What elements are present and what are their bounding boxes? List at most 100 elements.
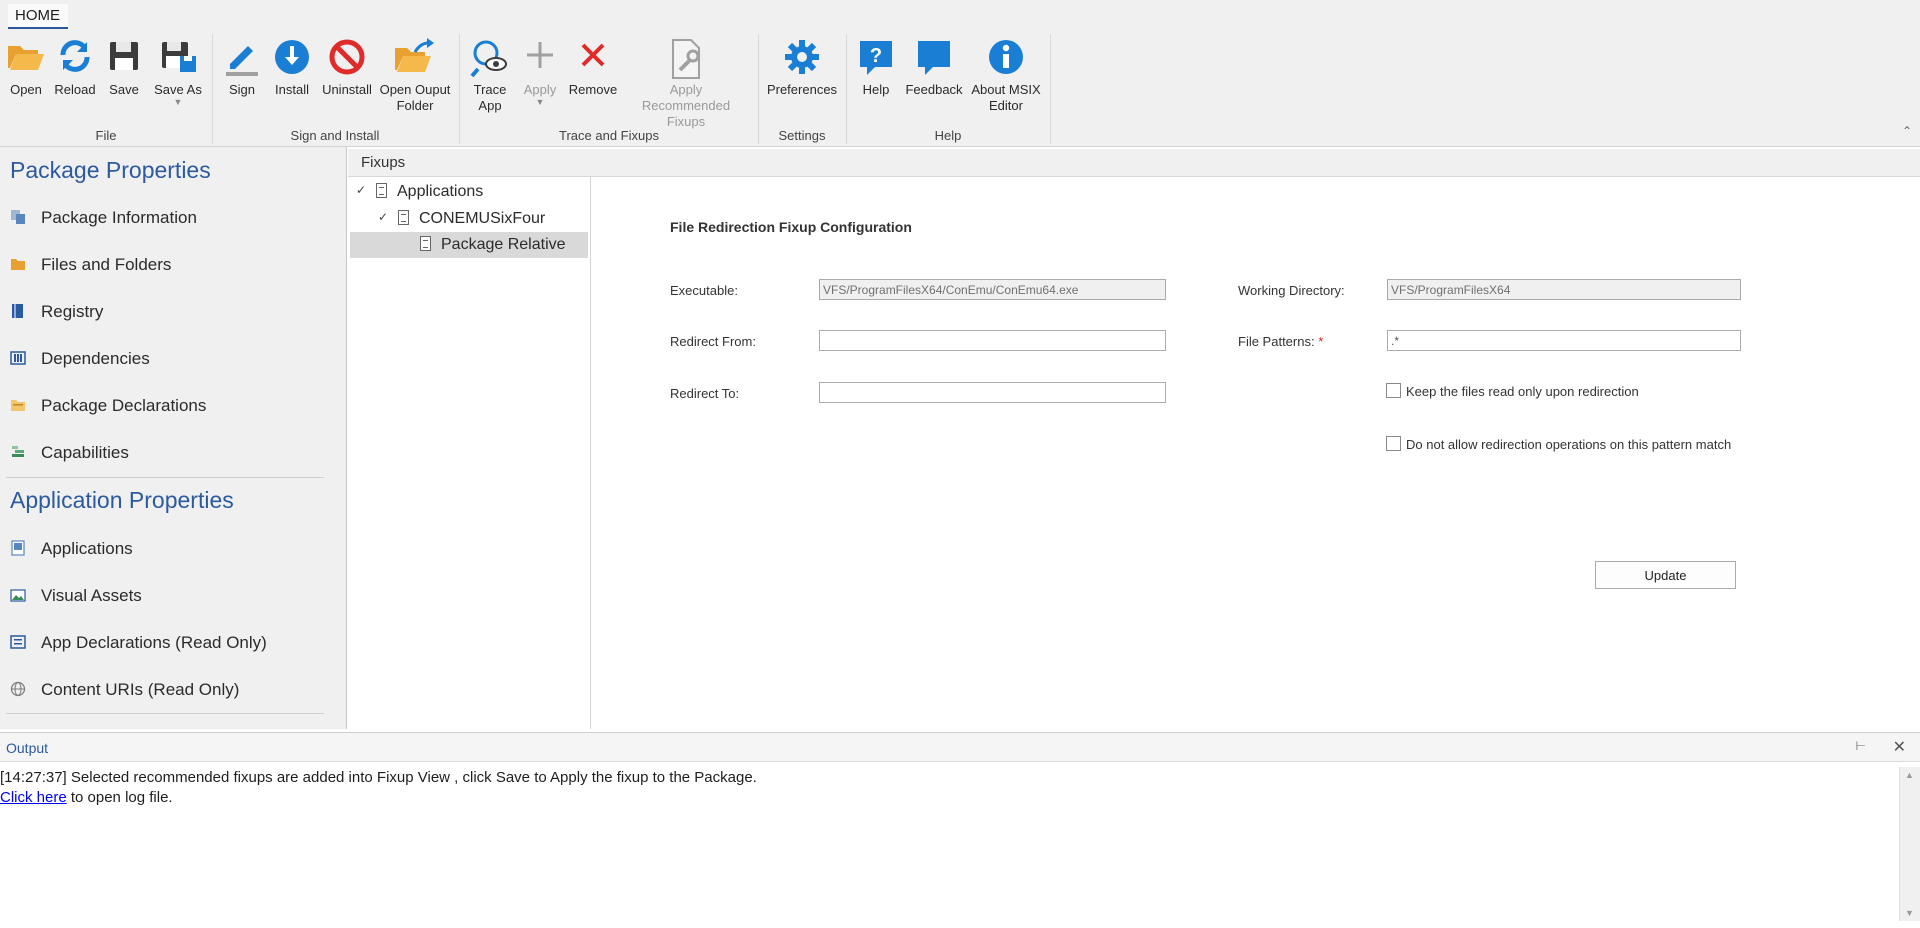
magnifier-eye-icon <box>466 38 514 82</box>
save-as-icon <box>150 38 206 82</box>
apply-button[interactable]: Apply ▼ <box>518 38 562 107</box>
prohibited-icon <box>320 38 374 82</box>
nav-capabilities[interactable]: Capabilities <box>10 438 330 468</box>
open-log-link[interactable]: Click here <box>0 789 67 806</box>
update-button[interactable]: Update <box>1595 561 1736 589</box>
app-declarations-icon <box>10 635 26 649</box>
nav-package-information[interactable]: Package Information <box>10 203 330 233</box>
pen-sign-icon <box>220 38 264 82</box>
required-asterisk: * <box>1318 334 1324 349</box>
gear-icon <box>766 38 838 82</box>
tab-home[interactable]: HOME <box>8 4 68 29</box>
nav-divider <box>6 713 324 714</box>
feedback-bubble-icon <box>904 38 964 82</box>
feedback-button[interactable]: Feedback <box>904 38 964 98</box>
help-button[interactable]: ? Help <box>854 38 898 98</box>
redirect-from-field[interactable] <box>819 330 1166 351</box>
save-as-button[interactable]: Save As ▼ <box>150 38 206 107</box>
registry-icon <box>12 304 23 318</box>
package-info-icon <box>11 210 25 224</box>
collapse-ribbon-icon[interactable]: ⌃ <box>1902 124 1912 138</box>
output-scrollbar[interactable]: ▲ ▼ <box>1899 767 1920 921</box>
nav-content-uris[interactable]: Content URIs (Read Only) <box>10 675 330 705</box>
group-label-trace-fixups: Trace and Fixups <box>559 128 659 143</box>
save-button[interactable]: Save <box>104 38 144 98</box>
chevron-down-icon: ▼ <box>535 97 545 107</box>
capabilities-icon <box>12 446 24 457</box>
floppy-disk-icon <box>104 38 144 82</box>
apply-recommended-fixups-button[interactable]: Apply Recommended Fixups <box>624 38 748 130</box>
nav-package-declarations[interactable]: Package Declarations <box>10 391 330 421</box>
left-navigation-pane: Package Properties Package Information F… <box>0 147 347 729</box>
nav-app-declarations[interactable]: App Declarations (Read Only) <box>10 628 330 658</box>
package-properties-title: Package Properties <box>10 157 211 183</box>
dependencies-icon <box>10 351 26 365</box>
file-patterns-field[interactable] <box>1387 330 1741 351</box>
fixups-tree: ✓ Applications ✓ CONEMUSixFour Package R… <box>350 177 591 729</box>
redirect-to-label: Redirect To: <box>670 386 740 401</box>
folder-icon <box>11 259 25 270</box>
download-circle-icon <box>270 38 314 82</box>
scroll-up-icon[interactable]: ▲ <box>1905 770 1914 780</box>
nav-applications[interactable]: Applications <box>10 534 330 564</box>
ribbon: HOME Open Reload Save Save As ▼ File Sig… <box>0 0 1920 147</box>
declarations-icon <box>11 400 25 411</box>
group-label-file: File <box>95 128 117 143</box>
install-button[interactable]: Install <box>270 38 314 98</box>
chevron-down-icon[interactable]: ✓ <box>378 210 388 224</box>
folder-open-icon <box>4 38 48 82</box>
globe-icon <box>10 681 26 697</box>
fixups-panel-header: Fixups <box>348 149 1920 177</box>
document-icon <box>398 210 409 225</box>
visual-assets-icon <box>10 589 26 602</box>
working-directory-label: Working Directory: <box>1238 283 1345 298</box>
keep-read-only-label: Keep the files read only upon redirectio… <box>1406 384 1639 399</box>
uninstall-button[interactable]: Uninstall <box>320 38 374 98</box>
executable-label: Executable: <box>670 283 738 298</box>
nav-divider <box>6 477 324 478</box>
output-title: Output <box>6 740 49 756</box>
reload-button[interactable]: Reload <box>52 38 98 98</box>
keep-read-only-checkbox[interactable] <box>1386 383 1401 398</box>
group-label-help: Help <box>934 128 962 143</box>
close-icon[interactable]: ✕ <box>1893 737 1906 757</box>
about-msix-editor-button[interactable]: About MSIX Editor <box>968 38 1044 114</box>
trace-app-button[interactable]: Trace App <box>466 38 514 114</box>
question-bubble-icon: ? <box>854 38 898 82</box>
svg-text:?: ? <box>870 45 882 67</box>
working-directory-field[interactable] <box>1387 279 1741 300</box>
output-panel-header: Output ⊢ ✕ <box>0 732 1920 762</box>
sign-button[interactable]: Sign <box>220 38 264 98</box>
pin-icon[interactable]: ⊢ <box>1856 739 1866 753</box>
document-icon <box>420 236 431 251</box>
disallow-redirection-checkbox[interactable] <box>1386 436 1401 451</box>
nav-visual-assets[interactable]: Visual Assets <box>10 581 330 611</box>
group-label-settings: Settings <box>778 128 826 143</box>
nav-files-and-folders[interactable]: Files and Folders <box>10 250 330 280</box>
remove-button[interactable]: Remove <box>568 38 618 98</box>
document-wrench-icon <box>624 38 748 82</box>
form-title: File Redirection Fixup Configuration <box>670 219 912 235</box>
open-button[interactable]: Open <box>4 38 48 98</box>
reload-icon <box>52 38 98 82</box>
file-patterns-label: File Patterns: * <box>1238 334 1324 349</box>
output-log: [14:27:37] Selected recommended fixups a… <box>0 767 1894 921</box>
redirect-to-field[interactable] <box>819 382 1166 403</box>
folder-share-icon <box>378 38 452 82</box>
preferences-button[interactable]: Preferences <box>766 38 838 98</box>
tree-node-package-relative[interactable]: Package Relative <box>350 232 588 258</box>
tree-node-conemusixfour[interactable]: ✓ CONEMUSixFour <box>350 206 590 232</box>
plus-icon <box>518 38 562 82</box>
open-output-folder-button[interactable]: Open Ouput Folder <box>378 38 452 114</box>
scroll-down-icon[interactable]: ▼ <box>1905 908 1914 918</box>
nav-registry[interactable]: Registry <box>10 297 330 327</box>
chevron-down-icon[interactable]: ✓ <box>356 183 366 197</box>
nav-dependencies[interactable]: Dependencies <box>10 344 330 374</box>
output-log-line: [14:27:37] Selected recommended fixups a… <box>0 769 757 786</box>
executable-field[interactable] <box>819 279 1166 300</box>
redirect-from-label: Redirect From: <box>670 334 756 349</box>
chevron-down-icon: ▼ <box>173 97 183 107</box>
output-log-line: Click here to open log file. <box>0 789 173 806</box>
disallow-redirection-label: Do not allow redirection operations on t… <box>1406 437 1732 452</box>
tree-node-applications[interactable]: ✓ Applications <box>350 179 590 205</box>
